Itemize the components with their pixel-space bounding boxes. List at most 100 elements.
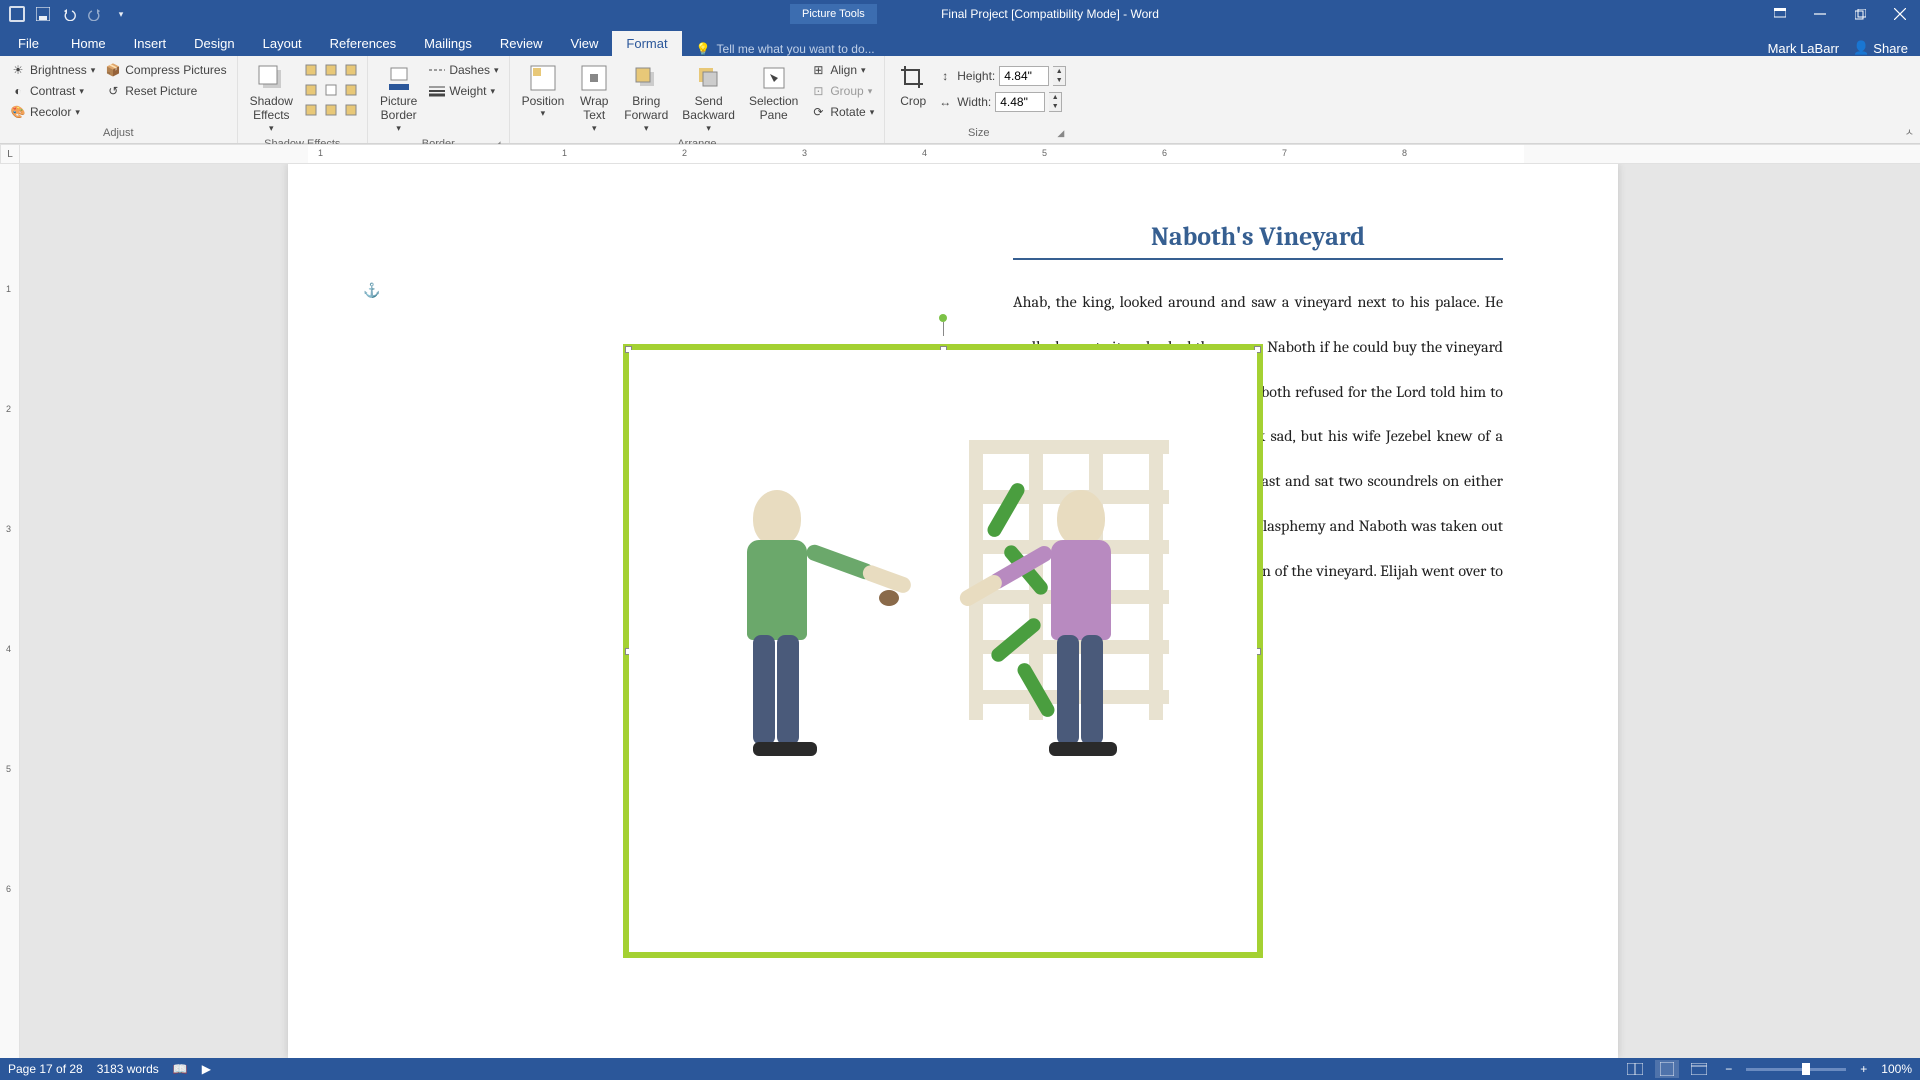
- recolor-icon: 🎨: [10, 104, 26, 120]
- ribbon-display-icon[interactable]: [1760, 0, 1800, 28]
- selection-pane-button[interactable]: Selection Pane: [743, 60, 804, 125]
- contrast-button[interactable]: ◐Contrast▾: [6, 81, 99, 101]
- shadow-nudge-down[interactable]: [321, 100, 341, 120]
- selected-picture[interactable]: [623, 344, 1263, 958]
- send-backward-label: Send Backward: [682, 94, 735, 123]
- recolor-button[interactable]: 🎨Recolor▾: [6, 102, 99, 122]
- read-mode-icon[interactable]: [1623, 1060, 1647, 1078]
- crop-icon: [897, 62, 929, 94]
- shadow-nudge-down-right[interactable]: [341, 100, 361, 120]
- zoom-slider[interactable]: [1746, 1068, 1846, 1071]
- width-input[interactable]: [995, 92, 1045, 112]
- redo-icon[interactable]: [86, 5, 104, 23]
- ruler-h-mark: 4: [922, 148, 927, 158]
- size-launcher-icon[interactable]: ◢: [1057, 128, 1064, 139]
- wrap-text-button[interactable]: Wrap Text▾: [572, 60, 616, 136]
- bring-forward-icon: [630, 62, 662, 94]
- shadow-nudge-right[interactable]: [341, 80, 361, 100]
- rotate-icon: ⟳: [810, 104, 826, 120]
- ruler-v-mark: 6: [6, 884, 11, 894]
- weight-button[interactable]: Weight▾: [425, 81, 502, 101]
- tell-me-search[interactable]: 💡 Tell me what you want to do...: [682, 42, 889, 56]
- object-anchor-icon[interactable]: ⚓: [363, 282, 380, 299]
- height-input[interactable]: [999, 66, 1049, 86]
- macro-icon[interactable]: ▶: [202, 1062, 211, 1076]
- tab-layout[interactable]: Layout: [249, 31, 316, 56]
- contrast-label: Contrast: [30, 84, 75, 98]
- close-button[interactable]: [1880, 0, 1920, 28]
- reset-icon: ↺: [105, 83, 121, 99]
- contextual-tab-label: Picture Tools: [790, 4, 877, 24]
- group-shadow-effects: Shadow Effects▾ S: [238, 56, 368, 143]
- shadow-nudge-left[interactable]: [301, 80, 321, 100]
- document-area[interactable]: Naboth's Vineyard Ahab, the king, looked…: [20, 164, 1920, 1058]
- word-count[interactable]: 3183 words: [97, 1062, 159, 1076]
- tab-references[interactable]: References: [316, 31, 410, 56]
- save-icon[interactable]: [34, 5, 52, 23]
- reset-picture-button[interactable]: ↺Reset Picture: [101, 81, 230, 101]
- compress-pictures-button[interactable]: 📦Compress Pictures: [101, 60, 230, 80]
- tab-home[interactable]: Home: [57, 31, 120, 56]
- share-icon: 👤: [1853, 40, 1869, 56]
- print-layout-icon[interactable]: [1655, 1060, 1679, 1078]
- tab-insert[interactable]: Insert: [120, 31, 181, 56]
- shadow-effects-button[interactable]: Shadow Effects▾: [244, 60, 299, 136]
- zoom-level[interactable]: 100%: [1881, 1062, 1912, 1076]
- share-button[interactable]: 👤 Share: [1853, 40, 1908, 56]
- ribbon-tabs: File Home Insert Design Layout Reference…: [0, 28, 1920, 56]
- zoom-thumb[interactable]: [1802, 1063, 1810, 1075]
- web-layout-icon[interactable]: [1687, 1060, 1711, 1078]
- shadow-nudge-up-left[interactable]: [301, 60, 321, 80]
- group-adjust: ☀Brightness▾ ◐Contrast▾ 🎨Recolor▾ 📦Compr…: [0, 56, 238, 143]
- status-bar: Page 17 of 28 3183 words 📖 ▶ − + 100%: [0, 1058, 1920, 1080]
- picture-border-button[interactable]: Picture Border▾: [374, 60, 423, 136]
- dashes-icon: [429, 62, 445, 78]
- ruler-v-mark: 5: [6, 764, 11, 774]
- position-button[interactable]: Position▾: [516, 60, 571, 121]
- zoom-out-button[interactable]: −: [1719, 1062, 1738, 1076]
- ruler-v-mark: 1: [6, 284, 11, 294]
- vertical-ruler[interactable]: 1 2 3 4 5 6: [0, 164, 20, 1058]
- height-spinner[interactable]: ▲▼: [1053, 66, 1066, 86]
- maximize-button[interactable]: [1840, 0, 1880, 28]
- send-backward-button[interactable]: Send Backward▾: [676, 60, 741, 136]
- minimize-button[interactable]: [1800, 0, 1840, 28]
- ruler-h-mark: 5: [1042, 148, 1047, 158]
- ruler-h-mark: 1: [318, 148, 323, 158]
- collapse-ribbon-icon[interactable]: ㅅ: [1905, 124, 1914, 139]
- ribbon: ☀Brightness▾ ◐Contrast▾ 🎨Recolor▾ 📦Compr…: [0, 56, 1920, 144]
- width-spinner[interactable]: ▲▼: [1049, 92, 1062, 112]
- tab-file[interactable]: File: [0, 31, 57, 56]
- dashes-button[interactable]: Dashes▾: [425, 60, 502, 80]
- qat-customize-icon[interactable]: ▾: [112, 5, 130, 23]
- tab-view[interactable]: View: [556, 31, 612, 56]
- align-icon: ⊞: [810, 62, 826, 78]
- ruler-h-mark: 3: [802, 148, 807, 158]
- crop-button[interactable]: Crop: [891, 60, 935, 110]
- zoom-in-button[interactable]: +: [1854, 1062, 1873, 1076]
- align-button[interactable]: ⊞Align▾: [806, 60, 878, 80]
- tab-format[interactable]: Format: [612, 31, 681, 56]
- brightness-button[interactable]: ☀Brightness▾: [6, 60, 99, 80]
- shadow-nudge-up[interactable]: [321, 60, 341, 80]
- crop-label: Crop: [900, 94, 926, 108]
- tab-design[interactable]: Design: [180, 31, 248, 56]
- group-button[interactable]: ⊡Group▾: [806, 81, 878, 101]
- ruler-corner[interactable]: L: [0, 144, 20, 164]
- spell-check-icon[interactable]: 📖: [173, 1062, 188, 1076]
- undo-icon[interactable]: [60, 5, 78, 23]
- rotate-button[interactable]: ⟳Rotate▾: [806, 102, 878, 122]
- page-indicator[interactable]: Page 17 of 28: [8, 1062, 83, 1076]
- shadow-nudge-down-left[interactable]: [301, 100, 321, 120]
- shadow-nudge-up-right[interactable]: [341, 60, 361, 80]
- shadow-on-off[interactable]: [321, 80, 341, 100]
- tab-review[interactable]: Review: [486, 31, 557, 56]
- tab-mailings[interactable]: Mailings: [410, 31, 486, 56]
- width-label: Width:: [957, 95, 991, 109]
- ruler-v-mark: 2: [6, 404, 11, 414]
- rotate-handle[interactable]: [939, 314, 947, 322]
- user-name[interactable]: Mark LaBarr: [1768, 41, 1840, 56]
- align-label: Align: [830, 63, 857, 77]
- horizontal-ruler[interactable]: 1 1 2 3 4 5 6 7 8: [20, 144, 1920, 164]
- bring-forward-button[interactable]: Bring Forward▾: [618, 60, 674, 136]
